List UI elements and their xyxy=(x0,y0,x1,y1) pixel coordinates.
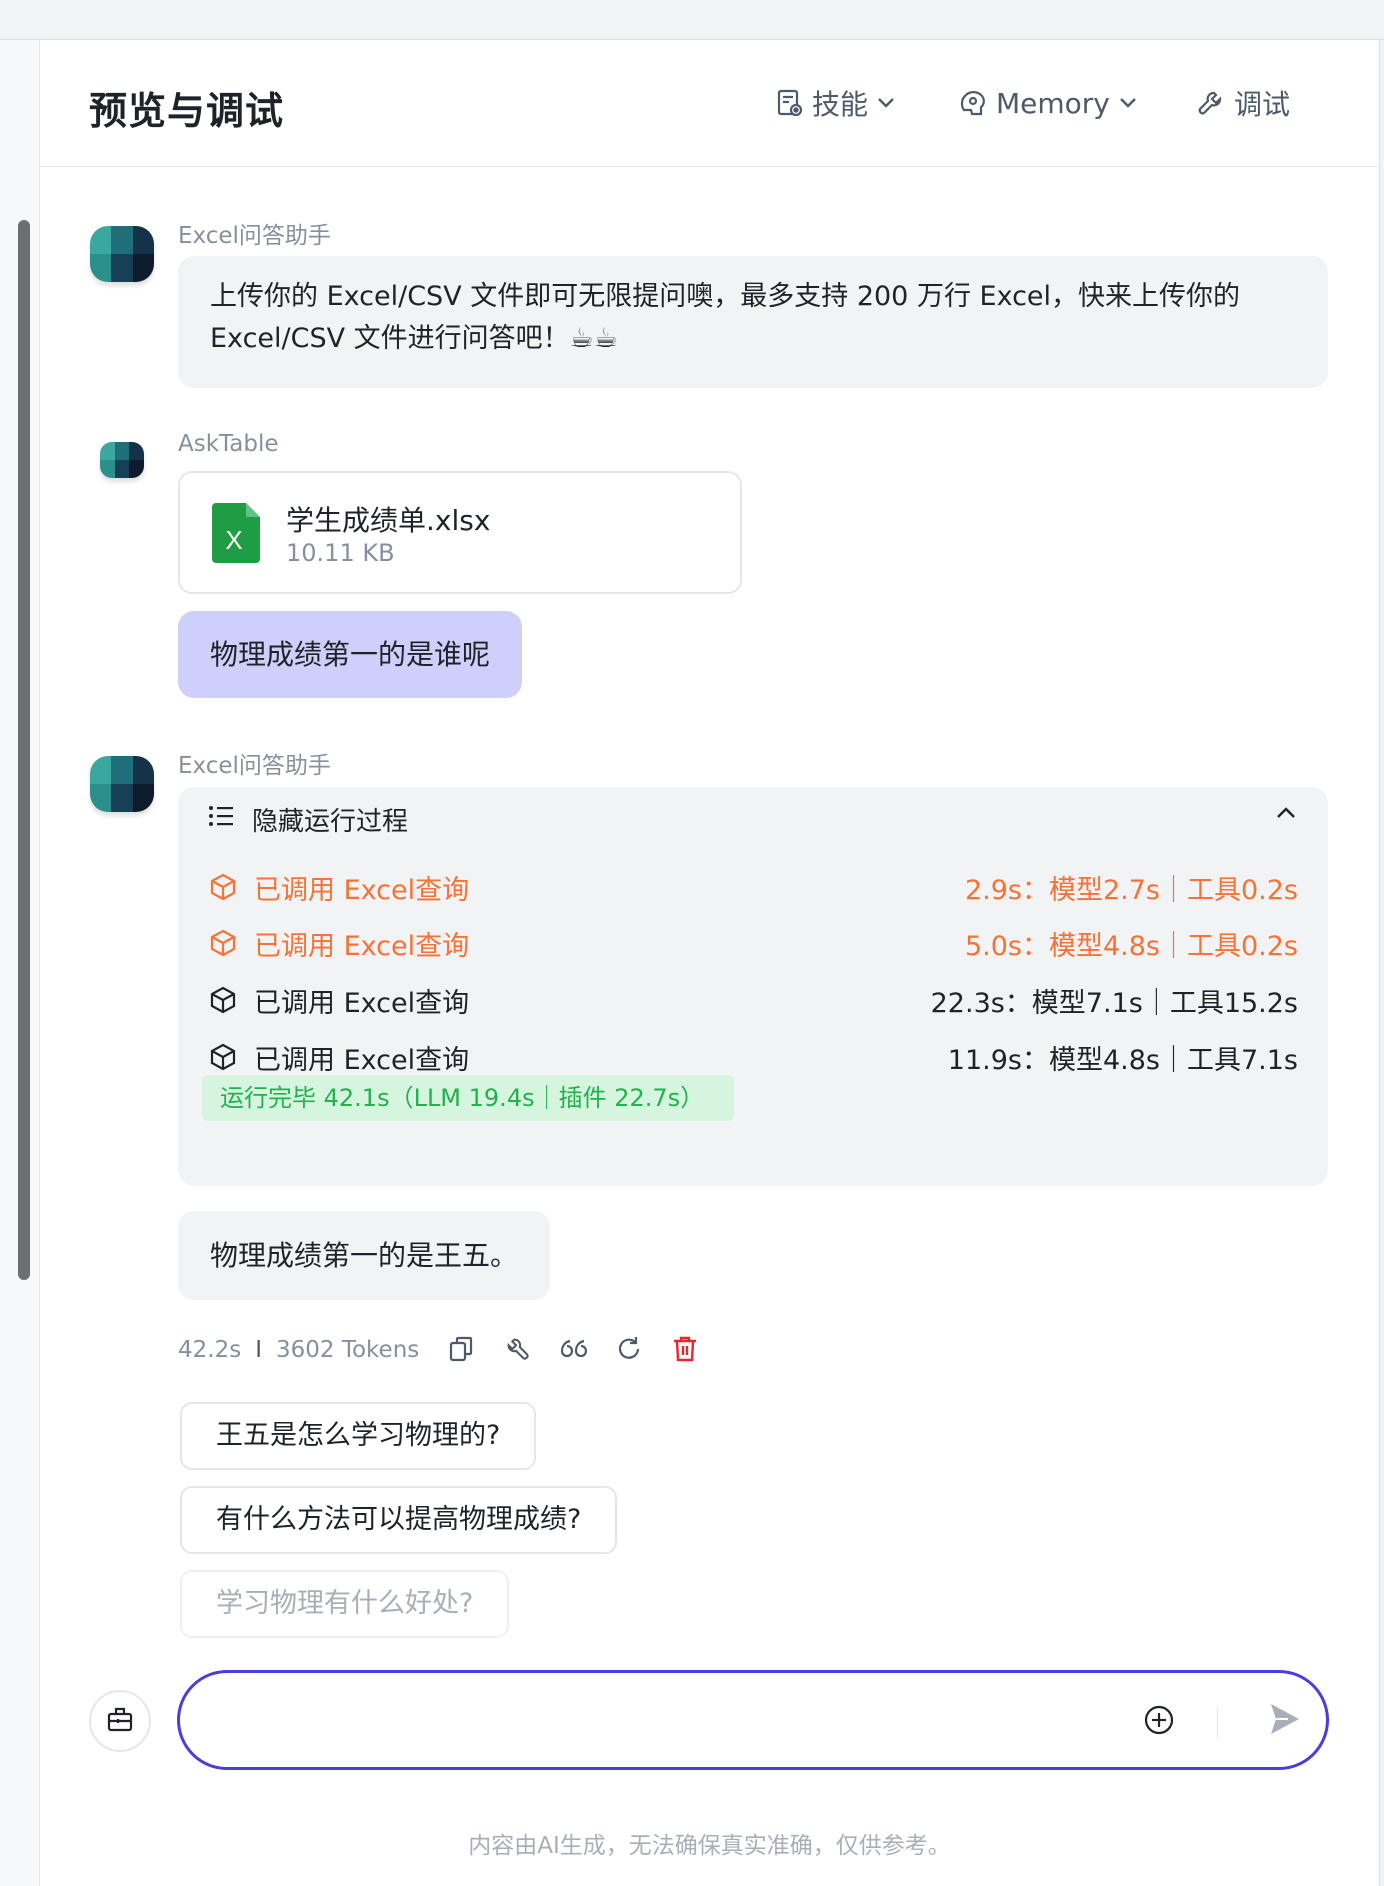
process-step[interactable]: 已调用 Excel查询 11.9s：模型4.8s｜工具7.1s xyxy=(208,1037,1298,1077)
skills-icon xyxy=(776,88,804,118)
tokens-text: 3602 Tokens xyxy=(276,1337,420,1363)
step-label: 已调用 Excel查询 xyxy=(254,874,470,906)
debug-button[interactable]: 调试 xyxy=(1196,80,1290,126)
ai-disclaimer: 内容由AI生成，无法确保真实准确，仅供参考。 xyxy=(468,1833,951,1859)
file-size: 10.11 KB xyxy=(286,539,395,567)
chat-input-box[interactable] xyxy=(177,1670,1329,1770)
file-attachment-card[interactable]: X 学生成绩单.xlsx 10.11 KB xyxy=(178,471,742,594)
chevron-up-icon[interactable] xyxy=(1274,805,1298,825)
step-time: 2.9s：模型2.7s｜工具0.2s xyxy=(964,874,1298,906)
step-label: 已调用 Excel查询 xyxy=(254,987,470,1019)
process-step[interactable]: 已调用 Excel查询 5.0s：模型4.8s｜工具0.2s xyxy=(208,923,1298,963)
memory-dropdown[interactable]: Memory xyxy=(958,80,1138,126)
suggested-question[interactable]: 王五是怎么学习物理的? xyxy=(180,1402,537,1470)
message-meta: 42.2s I 3602 Tokens xyxy=(178,1332,419,1368)
input-divider xyxy=(1217,1707,1218,1739)
panel-header: 预览与调试 技能 Memory 调试 xyxy=(40,40,1379,167)
step-label: 已调用 Excel查询 xyxy=(254,930,470,962)
step-time: 11.9s：模型4.8s｜工具7.1s xyxy=(947,1044,1298,1076)
process-step[interactable]: 已调用 Excel查询 22.3s：模型7.1s｜工具15.2s xyxy=(208,980,1298,1020)
step-time: 5.0s：模型4.8s｜工具0.2s xyxy=(964,930,1298,962)
quote-icon[interactable] xyxy=(556,1332,590,1366)
run-process-panel: 隐藏运行过程 已调用 Excel查询 2.9s：模型2.7s｜工具0.2s 已调… xyxy=(178,787,1328,1186)
left-rail xyxy=(0,40,40,1886)
wrench-icon xyxy=(1196,88,1226,118)
meta-separator: I xyxy=(255,1337,262,1363)
excel-file-letter: X xyxy=(225,525,242,555)
copy-icon[interactable] xyxy=(444,1332,478,1366)
user-avatar xyxy=(100,442,144,478)
page-title: 预览与调试 xyxy=(89,89,285,133)
window-top-strip xyxy=(0,0,1384,40)
step-time: 22.3s：模型7.1s｜工具15.2s xyxy=(930,987,1298,1019)
refresh-icon[interactable] xyxy=(612,1332,646,1366)
plus-circle-icon[interactable] xyxy=(1142,1703,1176,1741)
memory-icon xyxy=(958,88,988,118)
cube-icon xyxy=(208,928,238,958)
excel-file-icon: X xyxy=(212,503,260,563)
preview-debug-panel: 预览与调试 技能 Memory 调试 Excel问答助手 上传你的 Excel/… xyxy=(40,40,1379,1886)
step-label: 已调用 Excel查询 xyxy=(254,1044,470,1076)
process-step[interactable]: 已调用 Excel查询 2.9s：模型2.7s｜工具0.2s xyxy=(208,867,1298,907)
message-text-line: 上传你的 Excel/CSV 文件即可无限提问噢，最多支持 200 万行 Exc… xyxy=(210,281,1241,312)
skills-label: 技能 xyxy=(812,88,869,121)
sender-name: AskTable xyxy=(178,431,279,457)
chat-input[interactable] xyxy=(210,1693,1110,1749)
memory-label: Memory xyxy=(996,86,1110,120)
wrench-icon[interactable] xyxy=(500,1332,534,1366)
process-toggle-label: 隐藏运行过程 xyxy=(252,807,409,837)
sender-name: Excel问答助手 xyxy=(178,223,331,249)
file-name: 学生成绩单.xlsx xyxy=(286,504,491,537)
debug-label: 调试 xyxy=(1234,88,1291,121)
toolbox-icon xyxy=(105,1704,135,1738)
suggested-question[interactable]: 有什么方法可以提高物理成绩? xyxy=(180,1486,618,1554)
trash-icon[interactable] xyxy=(668,1332,702,1366)
bot-answer-bubble: 物理成绩第一的是王五。 xyxy=(178,1211,550,1300)
suggested-question[interactable]: 学习物理有什么好处? xyxy=(180,1570,510,1638)
run-complete-badge: 运行完毕 42.1s（LLM 19.4s｜插件 22.7s） xyxy=(202,1075,735,1121)
sender-name: Excel问答助手 xyxy=(178,753,331,779)
cube-icon xyxy=(208,985,238,1015)
list-icon xyxy=(208,804,234,835)
bot-avatar xyxy=(90,756,154,812)
scrollbar-thumb[interactable] xyxy=(18,220,30,1280)
skills-dropdown[interactable]: 技能 xyxy=(776,80,896,126)
bot-avatar xyxy=(90,226,154,282)
process-toggle[interactable]: 隐藏运行过程 xyxy=(208,801,408,838)
toolbox-button[interactable] xyxy=(89,1690,151,1752)
cube-icon xyxy=(208,872,238,902)
message-text-line: Excel/CSV 文件进行问答吧！☕☕ xyxy=(210,323,619,354)
bot-message-bubble: 上传你的 Excel/CSV 文件即可无限提问噢，最多支持 200 万行 Exc… xyxy=(178,256,1328,388)
right-rail xyxy=(1379,40,1384,1886)
chevron-down-icon xyxy=(876,96,896,110)
duration-text: 42.2s xyxy=(178,1337,242,1363)
chevron-down-icon xyxy=(1118,96,1138,110)
send-icon[interactable] xyxy=(1268,1701,1302,1741)
cube-icon xyxy=(208,1042,238,1072)
user-message-bubble: 物理成绩第一的是谁呢 xyxy=(178,611,522,698)
